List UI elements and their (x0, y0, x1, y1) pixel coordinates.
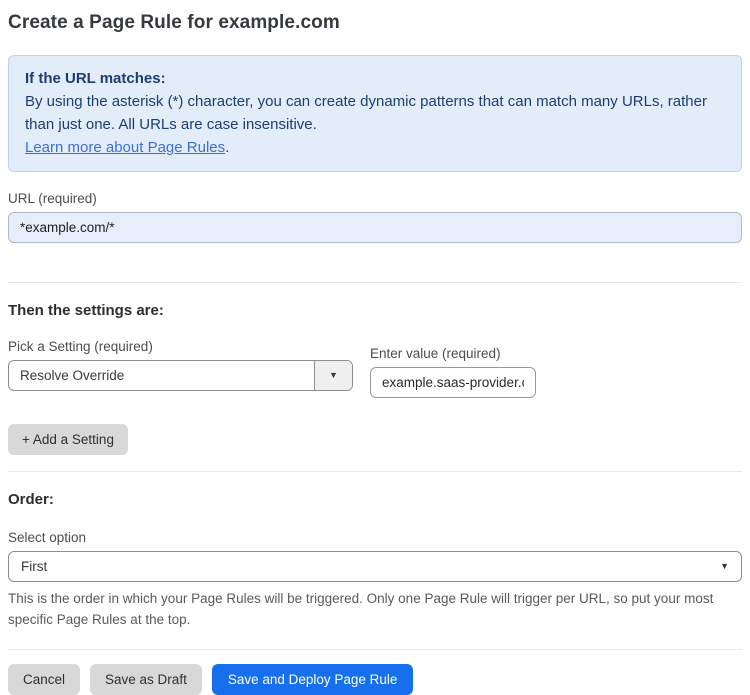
section-divider (8, 471, 742, 472)
info-box-link-line: Learn more about Page Rules. (25, 136, 725, 159)
cancel-button[interactable]: Cancel (8, 664, 81, 695)
setting-picker-column: Pick a Setting (required) Resolve Overri… (8, 339, 353, 391)
setting-picker-dropdown[interactable]: Resolve Override ▼ (8, 360, 353, 391)
order-help-text: This is the order in which your Page Rul… (8, 591, 714, 627)
order-select-label: Select option (8, 530, 87, 545)
add-setting-button[interactable]: + Add a Setting (8, 424, 128, 455)
footer-divider (8, 649, 742, 650)
settings-row: Pick a Setting (required) Resolve Overri… (8, 339, 742, 398)
order-select-value: First (21, 559, 48, 574)
info-box-body: By using the asterisk (*) character, you… (25, 93, 707, 133)
setting-value-input[interactable] (370, 367, 536, 398)
url-field-label: URL (required) (8, 191, 97, 206)
learn-more-link[interactable]: Learn more about Page Rules (25, 139, 225, 156)
save-as-draft-button[interactable]: Save as Draft (90, 664, 202, 695)
chevron-down-icon: ▼ (329, 370, 338, 380)
settings-section-heading: Then the settings are: (8, 302, 164, 319)
order-select-dropdown[interactable]: First ▼ (8, 551, 742, 582)
setting-picker-caret-button[interactable]: ▼ (314, 361, 352, 390)
section-divider (8, 282, 742, 283)
info-box-heading: If the URL matches: (25, 70, 166, 87)
setting-picker-label: Pick a Setting (required) (8, 339, 153, 354)
action-buttons-row: Cancel Save as Draft Save and Deploy Pag… (8, 664, 742, 695)
save-and-deploy-button[interactable]: Save and Deploy Page Rule (211, 664, 414, 695)
setting-value-column: Enter value (required) (370, 346, 536, 398)
url-match-info-box: If the URL matches: By using the asteris… (8, 55, 742, 172)
chevron-down-icon: ▼ (720, 561, 729, 571)
setting-picker-value: Resolve Override (20, 368, 125, 383)
value-field-label: Enter value (required) (370, 346, 501, 361)
page-title: Create a Page Rule for example.com (8, 12, 340, 33)
page-rule-form: Create a Page Rule for example.com If th… (0, 0, 750, 695)
url-input[interactable] (8, 212, 742, 243)
order-section-heading: Order: (8, 491, 54, 508)
link-suffix: . (225, 139, 230, 156)
